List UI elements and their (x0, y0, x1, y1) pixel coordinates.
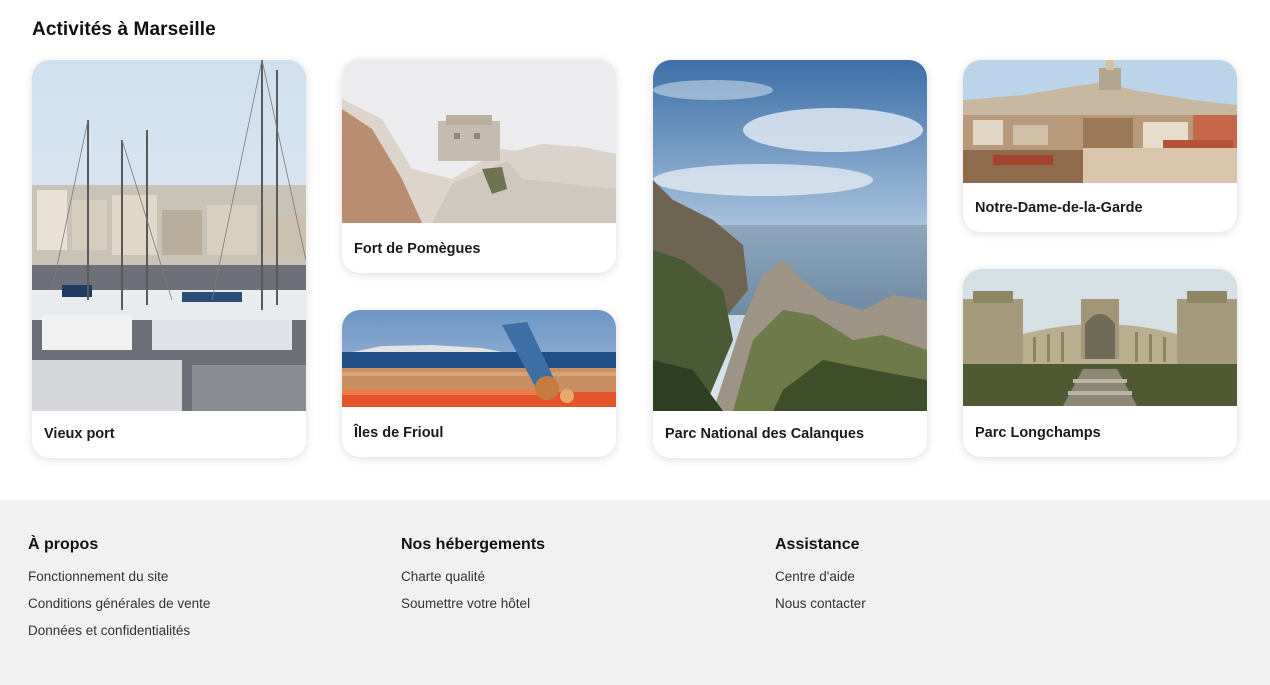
footer-column-assistance: Assistance Centre d'aide Nous contacter (775, 536, 866, 622)
card-label: Îles de Frioul (354, 425, 444, 441)
footer-link[interactable]: Charte qualité (401, 568, 545, 586)
vieux-port-photo (32, 60, 306, 411)
activity-card-fort-de-pomegues[interactable]: Fort de Pomègues (342, 59, 616, 273)
footer-link[interactable]: Fonctionnement du site (28, 568, 210, 586)
card-label: Parc Longchamps (975, 425, 1101, 441)
calanques-photo (653, 60, 927, 411)
card-label: Parc National des Calanques (665, 426, 865, 442)
parc-longchamps-photo (963, 269, 1237, 406)
footer-link[interactable]: Centre d'aide (775, 568, 866, 586)
section-title: Activités à Marseille (32, 19, 216, 40)
card-label: Fort de Pomègues (354, 241, 481, 257)
footer-column-about: À propos Fonctionnement du site Conditio… (28, 536, 210, 649)
activity-card-notre-dame-de-la-garde[interactable]: Notre-Dame-de-la-Garde (963, 60, 1237, 232)
footer-link[interactable]: Données et confidentialités (28, 622, 210, 640)
footer-heading: Assistance (775, 536, 860, 553)
footer-link[interactable]: Conditions générales de vente (28, 595, 210, 613)
footer-heading: À propos (28, 536, 99, 553)
notre-dame-de-la-garde-photo (963, 60, 1237, 183)
activity-card-iles-de-frioul[interactable]: Îles de Frioul (342, 310, 616, 457)
footer-link[interactable]: Soumettre votre hôtel (401, 595, 545, 613)
activity-card-vieux-port[interactable]: Vieux port (32, 60, 306, 458)
card-label: Notre-Dame-de-la-Garde (975, 200, 1143, 216)
footer-heading: Nos hébergements (401, 536, 546, 553)
fort-de-pomegues-photo (342, 59, 616, 223)
card-label: Vieux port (44, 426, 115, 442)
activity-card-parc-longchamps[interactable]: Parc Longchamps (963, 269, 1237, 457)
footer-link[interactable]: Nous contacter (775, 595, 866, 613)
iles-de-frioul-photo (342, 310, 616, 407)
footer-column-accommodations: Nos hébergements Charte qualité Soumettr… (401, 536, 545, 622)
activity-card-parc-national-des-calanques[interactable]: Parc National des Calanques (653, 60, 927, 458)
footer: À propos Fonctionnement du site Conditio… (0, 500, 1270, 685)
